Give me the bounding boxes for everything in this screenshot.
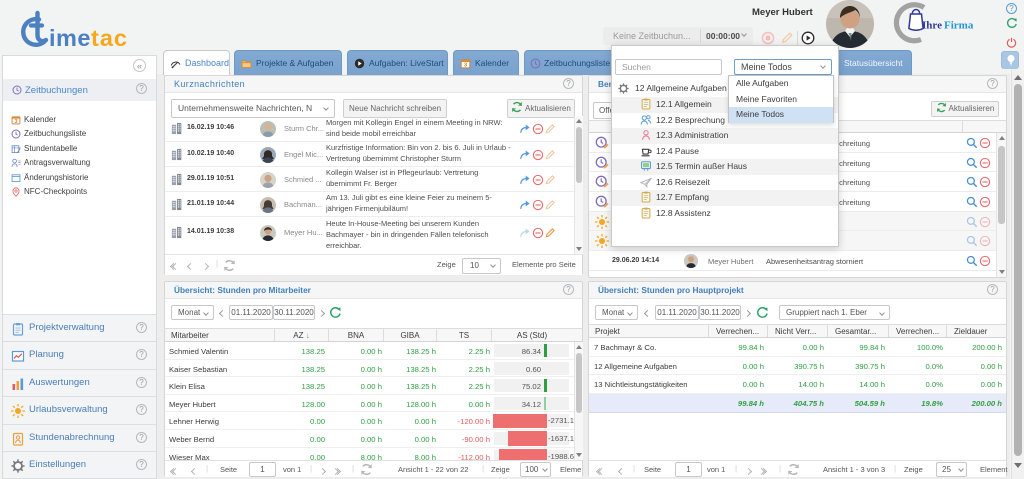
svg-text:Ihre: Ihre	[922, 20, 942, 32]
svg-text:ime: ime	[49, 25, 91, 51]
svg-text:tac: tac	[91, 25, 128, 51]
svg-text:Firma: Firma	[944, 20, 974, 32]
